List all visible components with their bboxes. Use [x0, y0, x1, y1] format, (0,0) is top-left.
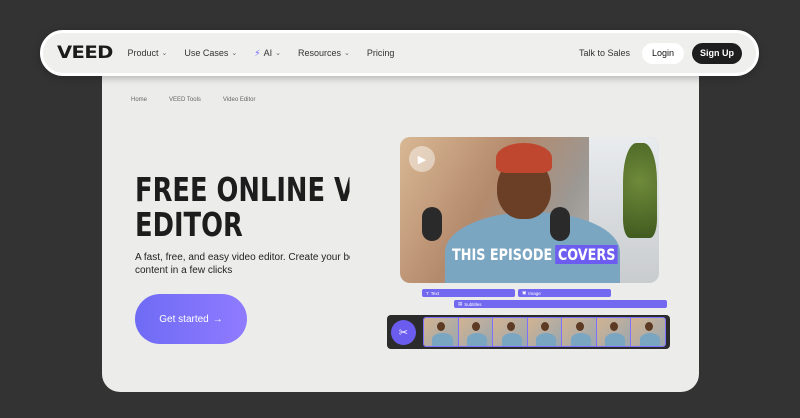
image-track[interactable]: ▣ Image: [518, 289, 611, 297]
login-button[interactable]: Login: [641, 42, 684, 64]
menu-item-label: Use Cases: [184, 48, 229, 58]
menu-item-label: AI: [263, 48, 273, 58]
image-track-icon: ▣: [522, 290, 527, 295]
hero-subtitle-line1: A fast, free, and easy video editor. Cre…: [135, 252, 350, 263]
microphone-right: [550, 207, 570, 241]
signup-button[interactable]: Sign Up: [692, 42, 742, 64]
subtitles-track-label: Subtitles: [464, 301, 482, 307]
main-menu: Product ⌄ Use Cases ⌄ ⚡ AI ⌄ Resources ⌄…: [128, 48, 395, 59]
menu-item-label: Resources: [298, 48, 342, 58]
breadcrumb-veed-tools[interactable]: VEED Tools: [169, 97, 201, 103]
video-caption: THIS EPISODE COVERS: [452, 245, 618, 264]
chevron-down-icon: ⌄: [161, 50, 168, 57]
timeline-thumbnail[interactable]: [562, 318, 597, 346]
hero-subtitle-line2: content in a few clicks: [135, 265, 233, 276]
veed-logo[interactable]: VEED: [57, 43, 113, 63]
chevron-down-icon: ⌄: [344, 50, 350, 57]
bolt-icon: ⚡: [254, 47, 261, 58]
menu-item-ai[interactable]: ⚡ AI ⌄: [254, 48, 281, 59]
scissors-icon[interactable]: ✂: [391, 319, 416, 345]
hero-title-line1: FREE ONLINE VIDEO: [135, 172, 350, 207]
arrow-right-icon: →: [212, 313, 223, 325]
chevron-down-icon: ⌄: [275, 50, 282, 57]
play-icon[interactable]: ▶: [409, 146, 435, 172]
text-track-label: Text: [430, 290, 440, 296]
timeline-thumbnail[interactable]: [631, 318, 665, 346]
timeline-thumbnails[interactable]: [423, 317, 666, 347]
text-track[interactable]: T Text: [422, 289, 515, 297]
subtitles-track-icon: ▤: [458, 301, 463, 306]
top-navigation: VEED Product ⌄ Use Cases ⌄ ⚡ AI ⌄ Resour…: [40, 30, 759, 76]
menu-item-resources[interactable]: Resources ⌄: [298, 48, 350, 58]
caption-highlight: COVERS: [555, 245, 618, 264]
hero-title-line2: EDITOR: [135, 207, 243, 242]
breadcrumb: Home VEED Tools Video Editor: [131, 97, 256, 103]
menu-item-label: Pricing: [366, 48, 395, 58]
menu-item-product[interactable]: Product ⌄: [128, 48, 168, 58]
talk-to-sales-link[interactable]: Talk to Sales: [579, 48, 630, 58]
caption-plain: THIS EPISODE: [452, 245, 553, 264]
subtitles-track[interactable]: ▤ Subtitles: [454, 300, 667, 308]
hero-title: FREE ONLINE VIDEO EDITOR: [135, 172, 350, 242]
breadcrumb-home[interactable]: Home: [131, 97, 147, 103]
hero-subtitle: A fast, free, and easy video editor. Cre…: [135, 251, 350, 277]
timeline-thumbnail[interactable]: [424, 318, 459, 346]
menu-item-use-cases[interactable]: Use Cases ⌄: [184, 48, 237, 58]
get-started-button[interactable]: Get started →: [135, 294, 247, 344]
text-track-icon: T: [426, 290, 429, 296]
microphone-left: [422, 207, 442, 241]
image-track-label: Image: [528, 290, 541, 296]
timeline-thumbnail[interactable]: [493, 318, 528, 346]
timeline-thumbnail[interactable]: [596, 318, 632, 346]
menu-item-pricing[interactable]: Pricing: [367, 48, 395, 58]
timeline-thumbnail[interactable]: [527, 318, 563, 346]
timeline-strip[interactable]: ✂: [387, 315, 670, 349]
chevron-down-icon: ⌄: [231, 50, 238, 57]
menu-item-label: Product: [127, 48, 159, 58]
get-started-label: Get started: [159, 313, 209, 325]
breadcrumb-video-editor: Video Editor: [222, 97, 256, 103]
video-preview[interactable]: ▶ THIS EPISODE COVERS: [400, 137, 659, 283]
timeline-thumbnail[interactable]: [458, 318, 494, 346]
nav-actions: Talk to Sales Login Sign Up: [579, 42, 742, 64]
main-card: Home VEED Tools Video Editor FREE ONLINE…: [102, 66, 699, 392]
presenter-hat: [496, 143, 552, 173]
plant-decoration: [623, 143, 657, 238]
